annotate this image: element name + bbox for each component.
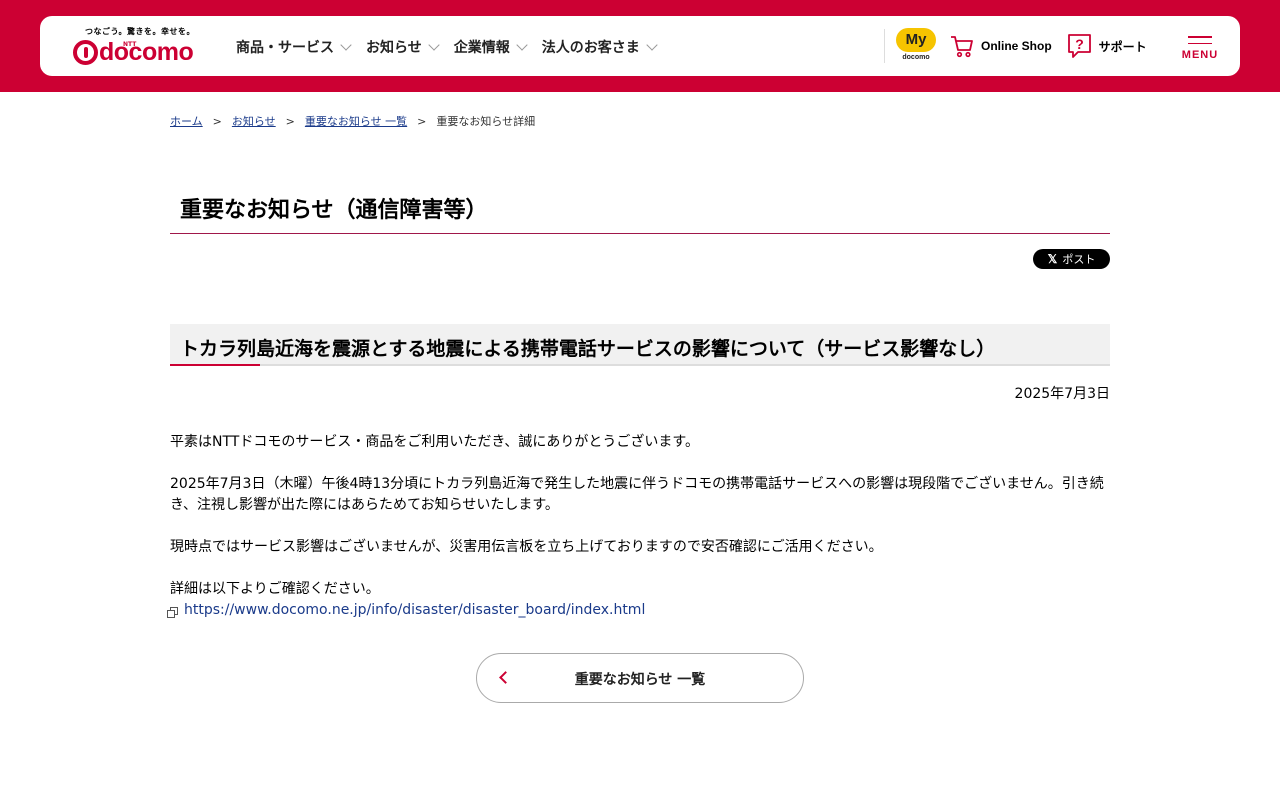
disaster-board-link[interactable]: https://www.docomo.ne.jp/info/disaster/d… bbox=[167, 600, 1110, 621]
breadcrumb-home[interactable]: ホーム bbox=[170, 113, 203, 129]
logo-tagline: つなごう。驚きを。幸せを。 bbox=[85, 27, 196, 36]
paragraph: 2025年7月3日（木曜）午後4時13分頃にトカラ列島近海で発生した地震に伴うド… bbox=[170, 476, 1104, 513]
logo-brand: docomo bbox=[99, 38, 194, 66]
chevron-down-icon bbox=[516, 38, 528, 51]
help-icon: ? bbox=[1067, 34, 1091, 58]
utility-nav: My docomo Online Shop ? サポート bbox=[884, 28, 1161, 64]
nav-item-news[interactable]: お知らせ bbox=[366, 37, 440, 57]
my-docomo-sub: docomo bbox=[902, 54, 930, 61]
article-heading-section: トカラ列島近海を震源とする地震による携帯電話サービスの影響について（サービス影響… bbox=[170, 324, 1110, 366]
disaster-board-url: https://www.docomo.ne.jp/info/disaster/d… bbox=[184, 602, 646, 618]
nav-item-label: お知らせ bbox=[366, 40, 422, 56]
breadcrumb-separator: > bbox=[212, 114, 222, 128]
breadcrumb-current: 重要なお知らせ詳細 bbox=[436, 115, 536, 128]
paragraph: 現時点ではサービス影響はございませんが、災害用伝言板を立ち上げておりますので安否… bbox=[170, 539, 883, 555]
chevron-down-icon bbox=[428, 38, 440, 51]
nav-item-label: 法人のお客さま bbox=[541, 40, 640, 56]
nav-item-label: 企業情報 bbox=[453, 40, 510, 56]
back-to-list-button[interactable]: 重要なお知らせ 一覧 bbox=[476, 653, 804, 703]
docomo-logo[interactable]: つなごう。驚きを。幸せを。 NTT docomo bbox=[73, 26, 203, 70]
global-header: つなごう。驚きを。幸せを。 NTT docomo 商品・サービス お知らせ 企業… bbox=[40, 16, 1240, 76]
article-body: 平素はNTTドコモのサービス・商品をご利用いただき、誠にありがとうございます。 … bbox=[167, 432, 1110, 621]
global-nav: 商品・サービス お知らせ 企業情報 法人のお客さま bbox=[236, 37, 672, 57]
breadcrumb: ホーム > お知らせ > 重要なお知らせ 一覧 > 重要なお知らせ詳細 bbox=[170, 113, 535, 129]
nav-item-label: 商品・サービス bbox=[236, 40, 334, 56]
paragraph: 平素はNTTドコモのサービス・商品をご利用いただき、誠にありがとうございます。 bbox=[170, 434, 699, 450]
menu-button[interactable]: MENU bbox=[1180, 36, 1220, 66]
breadcrumb-separator: > bbox=[417, 114, 427, 128]
support-label: サポート bbox=[1098, 39, 1147, 54]
breadcrumb-news[interactable]: お知らせ bbox=[232, 113, 276, 129]
post-label: ポスト bbox=[1062, 253, 1096, 266]
divider bbox=[884, 29, 885, 63]
page-title: 重要なお知らせ（通信障害等） bbox=[180, 198, 488, 223]
article-heading: トカラ列島近海を震源とする地震による携帯電話サービスの影響について（サービス影響… bbox=[180, 338, 996, 360]
page-title-section: 重要なお知らせ（通信障害等） bbox=[170, 186, 1110, 234]
my-docomo-badge: My bbox=[896, 28, 936, 52]
support-link[interactable]: ? サポート bbox=[1066, 33, 1147, 59]
nav-item-business[interactable]: 法人のお客さま bbox=[541, 37, 658, 57]
article-date: 2025年7月3日 bbox=[1014, 386, 1110, 402]
cart-icon bbox=[951, 36, 973, 58]
hamburger-icon bbox=[1180, 36, 1220, 44]
back-to-list-label: 重要なお知らせ 一覧 bbox=[574, 672, 706, 688]
x-post-button[interactable]: 𝕏 ポスト bbox=[1033, 249, 1110, 269]
breadcrumb-separator: > bbox=[285, 114, 295, 128]
svg-text:?: ? bbox=[1075, 36, 1084, 52]
logo-ring-icon bbox=[73, 40, 98, 65]
breadcrumb-important-list[interactable]: 重要なお知らせ 一覧 bbox=[305, 113, 407, 129]
online-shop-link[interactable]: Online Shop bbox=[949, 33, 1052, 59]
x-logo-icon: 𝕏 bbox=[1047, 252, 1058, 266]
menu-label: MENU bbox=[1181, 49, 1219, 61]
heading-accent bbox=[170, 364, 260, 366]
chevron-down-icon bbox=[340, 38, 352, 51]
my-docomo-button[interactable]: My docomo bbox=[895, 28, 937, 64]
online-shop-label: Online Shop bbox=[981, 39, 1052, 53]
chevron-down-icon bbox=[646, 38, 658, 51]
nav-item-corporate[interactable]: 企業情報 bbox=[453, 37, 528, 57]
nav-item-products[interactable]: 商品・サービス bbox=[236, 37, 352, 57]
paragraph: 詳細は以下よりご確認ください。 bbox=[170, 581, 380, 597]
external-link-icon bbox=[167, 606, 178, 618]
